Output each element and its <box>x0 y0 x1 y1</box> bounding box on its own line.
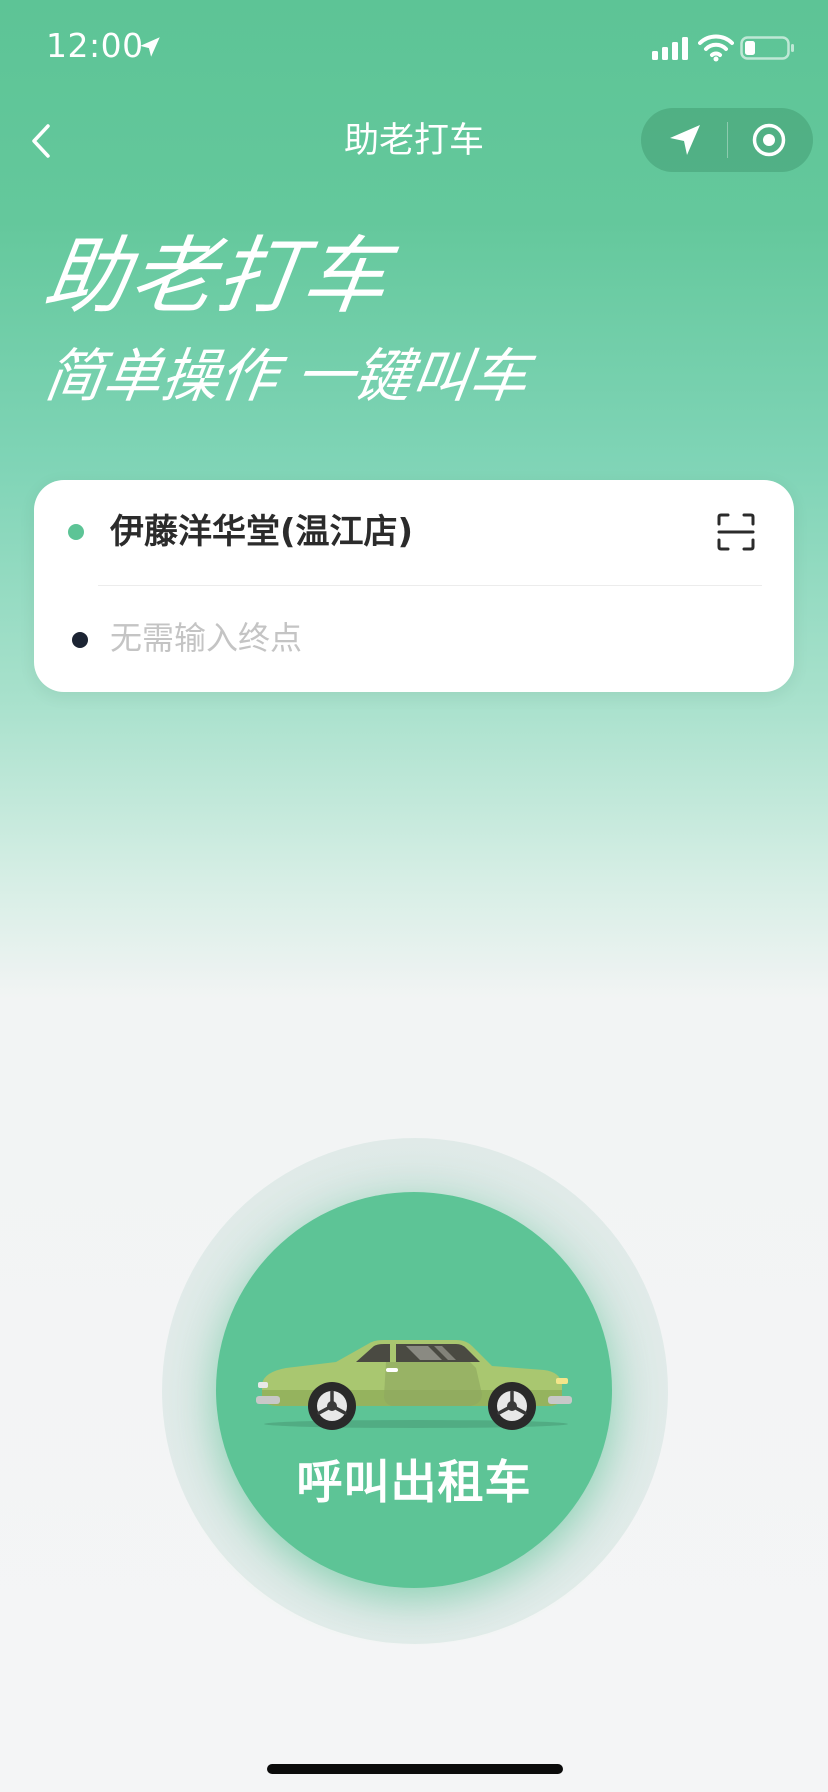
location-arrow-icon <box>140 37 160 57</box>
destination-input[interactable] <box>110 614 670 662</box>
status-bar: 12:00 <box>0 0 828 96</box>
hero-title: 助老打车 <box>38 227 396 325</box>
signal-icon <box>652 37 688 60</box>
hero-subtitle: 简单操作 一键叫车 <box>40 342 533 410</box>
target-icon[interactable] <box>751 122 787 158</box>
wifi-icon <box>698 34 734 62</box>
status-time: 12:00 <box>46 26 144 65</box>
scan-icon[interactable] <box>716 512 756 552</box>
trip-card: 伊藤洋华堂(温江店) <box>34 480 794 692</box>
navigation-icon[interactable] <box>667 122 703 158</box>
mini-program-capsule <box>641 108 813 172</box>
battery-icon <box>740 36 794 60</box>
card-divider <box>98 585 762 586</box>
taxi-car-icon <box>256 1340 572 1430</box>
origin-location[interactable]: 伊藤洋华堂(温江店) <box>110 508 413 556</box>
back-chevron-icon[interactable] <box>26 118 62 164</box>
destination-dot <box>72 632 88 648</box>
call-button-label: 呼叫出租车 <box>296 1455 532 1509</box>
nav-title: 助老打车 <box>343 121 484 161</box>
origin-dot <box>68 524 84 540</box>
call-taxi-button[interactable]: 呼叫出租车 <box>216 1192 612 1588</box>
home-indicator <box>267 1764 563 1774</box>
capsule-divider <box>727 122 728 158</box>
